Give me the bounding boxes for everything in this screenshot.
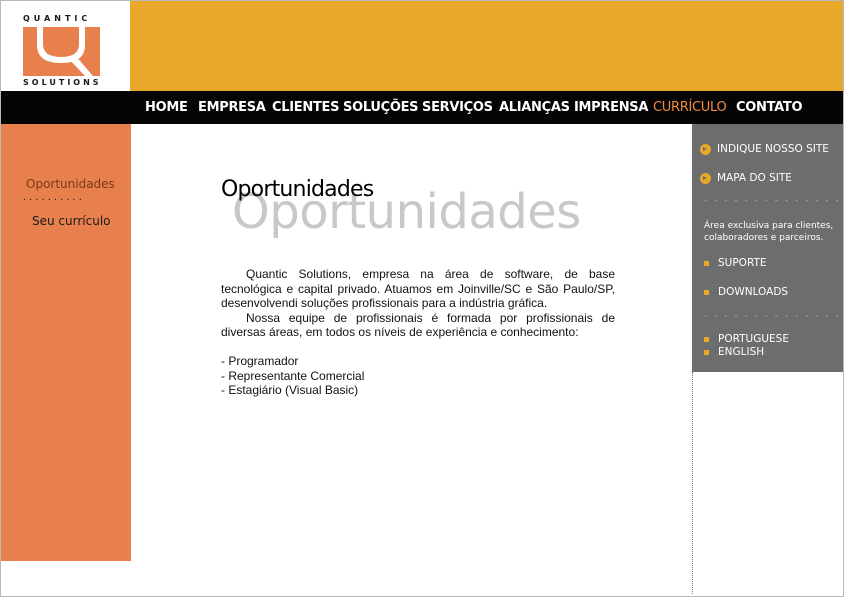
logo[interactable]: QUANTIC SOLUTIONS: [1, 1, 130, 91]
english-label: ENGLISH: [718, 346, 765, 358]
mapa-site-label: MAPA DO SITE: [717, 172, 792, 184]
nav-servicos[interactable]: SERVIÇOS: [422, 100, 493, 115]
seu-curriculo-link[interactable]: Seu currículo: [32, 214, 111, 228]
right-column-divider: [692, 372, 693, 594]
nav-solucoes[interactable]: SOLUÇÕES: [343, 100, 419, 115]
bullet-square-icon: [704, 260, 709, 266]
lang-portuguese-link[interactable]: PORTUGUESE: [704, 333, 789, 345]
logo-bottom-text: SOLUTIONS: [23, 78, 102, 87]
intro-paragraph-1: Quantic Solutions, empresa na área de so…: [221, 267, 615, 310]
left-sidebar-title: Oportunidades: [26, 177, 115, 191]
list-item: - Programador: [221, 354, 299, 368]
bullet-square-icon: [704, 289, 709, 295]
page-title: Oportunidades: [221, 177, 374, 202]
arrow-circle-icon: [700, 172, 711, 184]
header-banner: [130, 1, 843, 91]
arrow-circle-icon: [700, 143, 711, 155]
downloads-link[interactable]: DOWNLOADS: [704, 286, 788, 298]
restricted-area-note: Área exclusiva para clientes, colaborado…: [704, 221, 834, 243]
bullet-square-icon: [704, 349, 709, 355]
job-list: - Programador - Representante Comercial …: [221, 354, 364, 398]
nav-aliancas[interactable]: ALIANÇAS: [499, 100, 570, 115]
nav-contato[interactable]: CONTATO: [736, 100, 803, 115]
mapa-site-link[interactable]: MAPA DO SITE: [700, 172, 792, 184]
logo-top-text: QUANTIC: [23, 14, 92, 23]
lang-english-link[interactable]: ENGLISH: [704, 346, 764, 358]
left-sidebar-divider: ..........: [23, 192, 85, 203]
logo-q-mark: [23, 27, 100, 76]
nav-home[interactable]: HOME: [145, 100, 188, 115]
right-divider: - - - - - - - - - - - - - -: [704, 311, 841, 321]
bullet-square-icon: [704, 336, 709, 342]
main-navigation: HOME EMPRESA CLIENTES SOLUÇÕES SERVIÇOS …: [1, 91, 843, 124]
nav-clientes[interactable]: CLIENTES: [272, 100, 339, 115]
indique-site-link[interactable]: INDIQUE NOSSO SITE: [700, 143, 829, 155]
portuguese-label: PORTUGUESE: [718, 333, 789, 345]
nav-empresa[interactable]: EMPRESA: [198, 100, 266, 115]
indique-site-label: INDIQUE NOSSO SITE: [717, 143, 829, 155]
intro-paragraph-2: Nossa equipe de profissionais é formada …: [221, 310, 615, 340]
nav-imprensa[interactable]: IMPRENSA: [574, 100, 648, 115]
nav-curriculo[interactable]: CURRÍCULO: [653, 100, 727, 115]
suporte-link[interactable]: SUPORTE: [704, 257, 767, 269]
list-item: - Representante Comercial: [221, 368, 365, 383]
intro-text: Quantic Solutions, empresa na área de so…: [221, 267, 615, 340]
left-sidebar: Oportunidades .......... Seu currículo: [1, 124, 131, 561]
suporte-label: SUPORTE: [718, 257, 767, 269]
downloads-label: DOWNLOADS: [718, 286, 789, 298]
right-sidebar: INDIQUE NOSSO SITE MAPA DO SITE - - - - …: [692, 124, 843, 372]
right-divider: - - - - - - - - - - - - - -: [704, 196, 841, 206]
list-item: - Estagiário (Visual Basic): [221, 383, 359, 397]
